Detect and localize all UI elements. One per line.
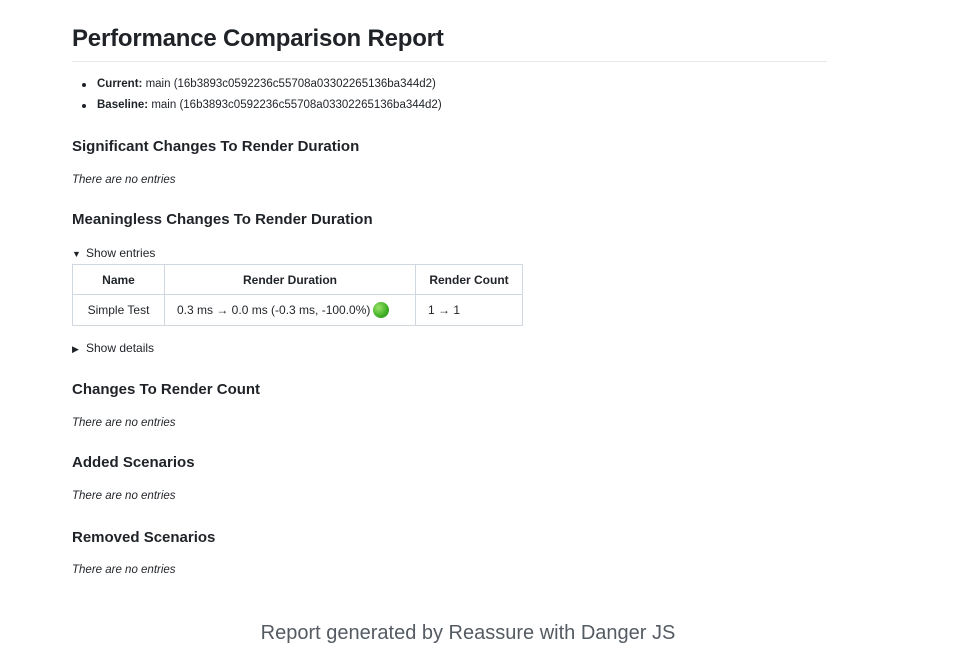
footer-caption: Report generated by Reassure with Danger…: [260, 622, 676, 644]
column-header-render-duration: Render Duration: [164, 264, 416, 295]
meta-baseline-value: main (16b3893c0592236c55708a03302265136b…: [148, 99, 442, 111]
meta-baseline-key: Baseline:: [97, 99, 149, 111]
show-details-toggle[interactable]: ▶ Show details: [72, 341, 154, 356]
table-header-row: Name Render Duration Render Count: [72, 264, 523, 295]
meta-list: Current: main (16b3893c0592236c55708a033…: [72, 74, 827, 116]
triangle-down-icon: ▼: [72, 249, 81, 259]
entries-table: Name Render Duration Render Count Simple…: [72, 264, 523, 326]
render-duration-text: 0.3 ms → 0.0 ms (-0.3 ms, -100.0%): [177, 303, 371, 317]
table-row: Simple Test 0.3 ms → 0.0 ms (-0.3 ms, -1…: [72, 294, 523, 326]
show-entries-toggle[interactable]: ▼ Show entries: [72, 246, 155, 261]
report: Performance Comparison Report Current: m…: [72, 24, 827, 116]
section-title-removed: Removed Scenarios: [72, 529, 216, 546]
meta-baseline: Baseline: main (16b3893c0592236c55708a03…: [72, 95, 827, 116]
page-title: Performance Comparison Report: [72, 24, 827, 62]
empty-note-render-count: There are no entries: [72, 417, 176, 429]
section-title-render-count: Changes To Render Count: [72, 381, 261, 398]
meta-current-key: Current:: [97, 78, 143, 90]
section-title-significant: Significant Changes To Render Duration: [72, 138, 360, 155]
show-entries-label: Show entries: [86, 246, 156, 260]
show-details-label: Show details: [86, 341, 155, 355]
section-title-added: Added Scenarios: [72, 454, 195, 471]
triangle-right-icon: ▶: [72, 344, 79, 354]
section-title-meaningless: Meaningless Changes To Render Duration: [72, 211, 373, 228]
cell-render-count: 1 → 1: [415, 294, 523, 326]
empty-note-significant: There are no entries: [72, 174, 176, 186]
column-header-render-count: Render Count: [415, 264, 523, 295]
meta-current: Current: main (16b3893c0592236c55708a033…: [72, 74, 827, 95]
empty-note-added: There are no entries: [72, 490, 176, 502]
column-header-name: Name: [72, 264, 165, 295]
cell-render-duration: 0.3 ms → 0.0 ms (-0.3 ms, -100.0%): [164, 294, 416, 326]
empty-note-removed: There are no entries: [72, 564, 176, 576]
meta-current-value: main (16b3893c0592236c55708a03302265136b…: [142, 78, 436, 90]
green-circle-icon: [373, 302, 390, 318]
cell-name: Simple Test: [72, 294, 165, 326]
